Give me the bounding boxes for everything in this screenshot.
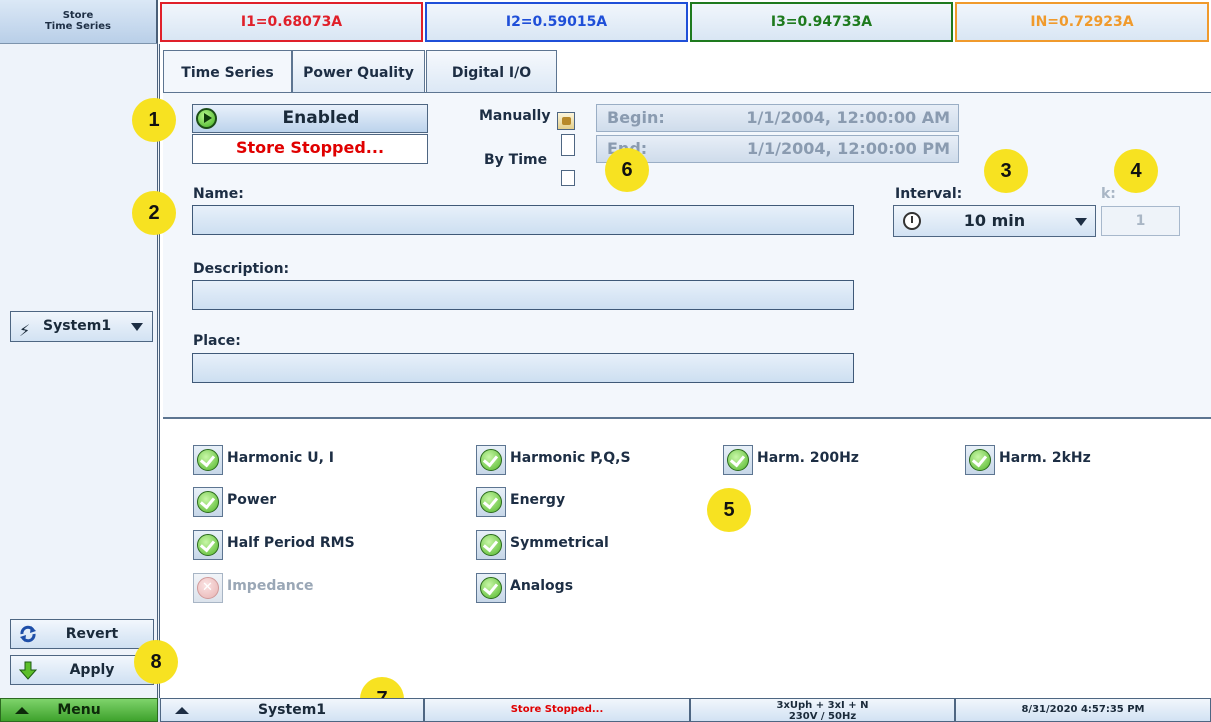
meter-i1: I1=0.68073A: [160, 2, 423, 42]
manual-radio-indicator[interactable]: [561, 134, 575, 156]
chevron-up-icon: [15, 707, 29, 714]
tab-time-series[interactable]: Time Series: [163, 50, 292, 92]
option-label: Harmonic U, I: [227, 450, 334, 466]
title-line-1: Store: [62, 10, 94, 21]
arrow-down-icon: [18, 661, 38, 680]
window-title: Store Time Series: [0, 0, 158, 44]
interval-select[interactable]: 10 min: [893, 205, 1096, 237]
check-circle-icon: [476, 487, 506, 517]
config-line-2: 230V / 50Hz: [788, 711, 857, 722]
annotation-badge: 2: [132, 191, 176, 235]
check-circle-icon: [193, 445, 223, 475]
enabled-label: Enabled: [282, 108, 360, 128]
menu-label: Menu: [57, 702, 101, 718]
revert-label: Revert: [65, 626, 119, 642]
end-time-field[interactable]: End: 1/1/2004, 12:00:00 PM: [596, 135, 959, 163]
option-label: Half Period RMS: [227, 535, 355, 551]
system-button[interactable]: System1: [160, 698, 424, 722]
name-field[interactable]: [192, 205, 854, 235]
option-label: Power: [227, 492, 277, 508]
description-label: Description:: [193, 261, 290, 277]
x-circle-icon: [193, 573, 223, 603]
status-store-state: Store Stopped...: [424, 698, 690, 722]
enabled-toggle-button[interactable]: Enabled: [192, 104, 428, 133]
begin-time-field[interactable]: Begin: 1/1/2004, 12:00:00 AM: [596, 104, 959, 132]
option-label: Harm. 200Hz: [757, 450, 859, 466]
begin-value: 1/1/2004, 12:00:00 AM: [746, 108, 950, 127]
option-label: Harmonic P,Q,S: [510, 450, 631, 466]
status-datetime: 8/31/2020 4:57:35 PM: [955, 698, 1211, 722]
place-field[interactable]: [192, 353, 854, 383]
option-label: Symmetrical: [510, 535, 609, 551]
manually-label: Manually: [479, 108, 551, 124]
play-icon: [196, 108, 217, 129]
meter-i3: I3=0.94733A: [690, 2, 953, 42]
k-label: k:: [1101, 186, 1116, 202]
config-line-1: 3xUph + 3xI + N: [776, 700, 869, 711]
power-tower-icon: ⚡: [19, 321, 31, 340]
tab-power-quality[interactable]: Power Quality: [292, 50, 425, 92]
by-time-label: By Time: [484, 152, 548, 168]
interval-value: 10 min: [963, 211, 1026, 230]
store-status-text: Store Stopped...: [192, 134, 428, 164]
chevron-down-icon: [1075, 218, 1087, 226]
begin-label: Begin:: [607, 108, 665, 127]
option-label: Harm. 2kHz: [999, 450, 1091, 466]
option-label: Energy: [510, 492, 566, 508]
left-panel: [0, 44, 160, 698]
k-field: 1: [1101, 206, 1180, 236]
meter-in: IN=0.72923A: [955, 2, 1209, 42]
option-label: Impedance: [227, 578, 314, 594]
revert-icon: [20, 625, 36, 643]
annotation-badge: 4: [1114, 149, 1158, 193]
check-circle-icon: [476, 445, 506, 475]
check-circle-icon: [193, 530, 223, 560]
chevron-down-icon: [131, 323, 143, 331]
system-select[interactable]: ⚡ System1: [10, 311, 153, 342]
end-value: 1/1/2004, 12:00:00 PM: [747, 139, 950, 158]
chevron-up-icon: [175, 707, 189, 714]
check-circle-icon: [193, 487, 223, 517]
interval-label: Interval:: [895, 186, 963, 202]
tab-digital-io[interactable]: Digital I/O: [426, 50, 557, 92]
check-circle-icon: [476, 530, 506, 560]
description-field[interactable]: [192, 280, 854, 310]
annotation-badge: 6: [605, 148, 649, 192]
annotation-badge: 8: [134, 640, 178, 684]
annotation-badge: 5: [707, 488, 751, 532]
check-circle-icon: [476, 573, 506, 603]
apply-button[interactable]: Apply: [10, 655, 154, 685]
annotation-badge: 3: [984, 149, 1028, 193]
title-line-2: Time Series: [44, 21, 111, 32]
annotation-badge: 1: [132, 98, 176, 142]
stopwatch-icon: [903, 212, 921, 230]
system-select-value: System1: [43, 318, 112, 334]
hand-icon[interactable]: [557, 112, 575, 130]
meter-i2: I2=0.59015A: [425, 2, 688, 42]
revert-button[interactable]: Revert: [10, 619, 154, 649]
place-label: Place:: [193, 333, 241, 349]
by-time-checkbox[interactable]: [561, 170, 575, 186]
system-label: System1: [257, 702, 327, 718]
apply-label: Apply: [69, 662, 115, 678]
check-circle-icon: [965, 445, 995, 475]
menu-button[interactable]: Menu: [0, 698, 158, 722]
status-config: 3xUph + 3xI + N 230V / 50Hz: [690, 698, 955, 722]
check-circle-icon: [723, 445, 753, 475]
option-label: Analogs: [510, 578, 574, 594]
name-label: Name:: [193, 186, 244, 202]
